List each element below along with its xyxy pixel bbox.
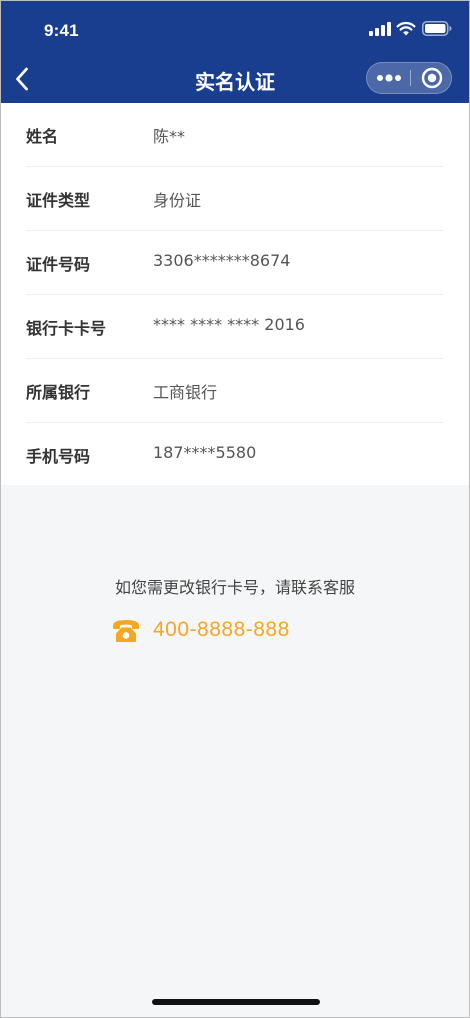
close-button[interactable] [411, 63, 452, 93]
card-number-value: **** **** **** 2016 [153, 315, 305, 334]
customer-service-hotline[interactable]: 400-8888-888 [112, 613, 290, 647]
info-row-phone: 手机号码 187****5580 [26, 423, 444, 487]
info-row-name: 姓名 陈** [26, 103, 444, 167]
status-bar: 9:41 [1, 1, 469, 57]
app-screen: 9:41 实名认证 姓名 陈** 证件类型 身份证 证件号码 3306*****… [0, 0, 470, 1018]
header: 9:41 实名认证 [1, 1, 469, 103]
id-type-value: 身份证 [153, 191, 202, 210]
id-number-value: 3306*******8674 [153, 251, 291, 270]
info-row-card-number: 银行卡卡号 **** **** **** 2016 [26, 295, 444, 359]
bank-label: 所属银行 [26, 383, 91, 402]
info-row-bank: 所属银行 工商银行 [26, 359, 444, 423]
verification-info-list: 姓名 陈** 证件类型 身份证 证件号码 3306*******8674 银行卡… [1, 103, 469, 485]
id-number-label: 证件号码 [26, 255, 91, 274]
target-circle-icon [421, 67, 442, 89]
change-card-notice: 如您需更改银行卡号，请联系客服 [114, 578, 355, 597]
info-row-id-number: 证件号码 3306*******8674 [26, 231, 444, 295]
mini-program-capsule [366, 62, 452, 94]
hotline-number[interactable]: 400-8888-888 [153, 618, 290, 642]
card-number-label: 银行卡卡号 [26, 319, 107, 338]
nav-bar: 实名认证 [1, 57, 469, 103]
battery-icon [422, 21, 452, 36]
name-value: 陈** [153, 127, 186, 146]
more-dots-icon [376, 74, 401, 82]
id-type-label: 证件类型 [26, 191, 91, 210]
wifi-icon [396, 21, 416, 36]
info-row-id-type: 证件类型 身份证 [26, 167, 444, 231]
name-label: 姓名 [26, 127, 59, 146]
status-time: 9:41 [44, 21, 79, 40]
more-button[interactable] [367, 63, 410, 93]
telephone-icon [113, 620, 139, 642]
bank-value: 工商银行 [153, 383, 218, 402]
phone-value: 187****5580 [153, 443, 257, 462]
signal-icon [369, 22, 391, 36]
home-indicator [152, 999, 320, 1005]
phone-label: 手机号码 [26, 447, 91, 466]
